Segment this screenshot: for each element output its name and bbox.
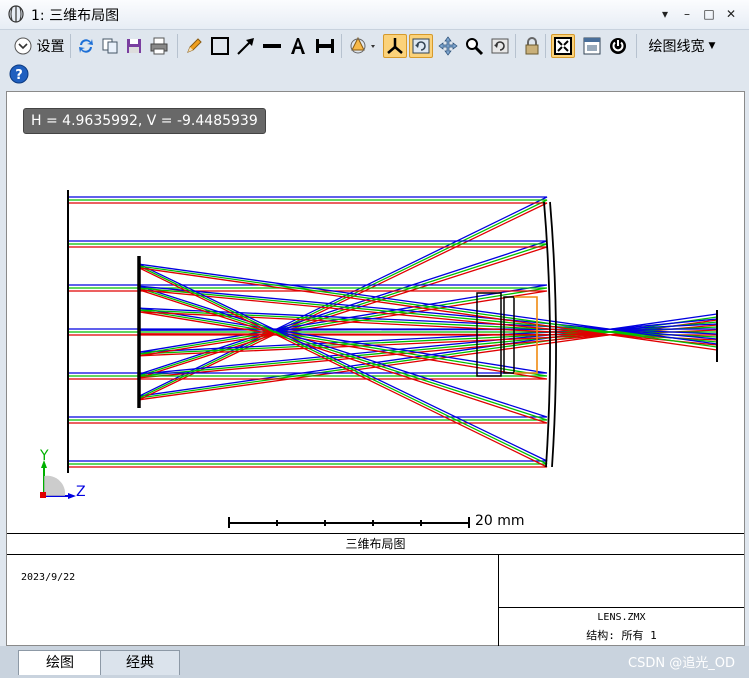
fit-icon[interactable] xyxy=(551,34,575,58)
chevron-down-icon: ▼ xyxy=(708,41,716,51)
configuration-label: 结构: 所有 1 xyxy=(586,629,657,642)
copy-icon[interactable] xyxy=(100,34,120,58)
chevron-down-icon xyxy=(14,37,31,55)
lock-icon[interactable] xyxy=(521,34,543,58)
arrow-icon[interactable] xyxy=(235,34,257,58)
dimension-icon[interactable] xyxy=(313,34,337,58)
window-icon[interactable] xyxy=(581,34,603,58)
coordinate-readout: H = 4.9635992, V = -9.4485939 xyxy=(23,108,266,134)
svg-text:?: ? xyxy=(15,68,23,83)
close-button[interactable]: ✕ xyxy=(721,4,741,24)
scale-label: 20 mm xyxy=(475,513,525,529)
power-icon[interactable] xyxy=(607,34,629,58)
window-title: 1: 三维布局图 xyxy=(31,8,120,24)
line-width-dropdown[interactable]: 绘图线宽 ▼ xyxy=(642,34,722,58)
ray-path xyxy=(68,290,718,357)
ray-path xyxy=(68,307,718,374)
line-icon[interactable] xyxy=(261,34,283,58)
info-panel: 三维布局图 2023/9/22 LENS.ZMX 结构: 所有 1 xyxy=(7,533,744,646)
toolbar-row-2: ? xyxy=(0,62,749,88)
layout-drawing: Y Z xyxy=(39,190,718,528)
save-icon[interactable] xyxy=(124,34,144,58)
toolbar-separator xyxy=(515,34,516,58)
print-icon[interactable] xyxy=(148,34,170,58)
toolbar-separator xyxy=(545,34,546,58)
layout-plot[interactable]: Y Z H = 4.9635992, V = -9.4485939 20 mm … xyxy=(6,91,745,646)
window-title-bar: 1: 三维布局图 ▾ – □ ✕ xyxy=(0,0,749,30)
line-width-label: 绘图线宽 xyxy=(648,39,705,55)
refresh-icon[interactable] xyxy=(76,34,96,58)
plot-title: 三维布局图 xyxy=(7,534,744,555)
settings-label: 设置 xyxy=(36,39,65,55)
toolbar-separator xyxy=(177,34,178,58)
tab-classic[interactable]: 经典 xyxy=(100,650,180,675)
text-icon[interactable] xyxy=(287,34,309,58)
z-axis-label: Z xyxy=(76,484,86,500)
watermark: CSDN @追光_OD xyxy=(628,656,735,671)
toolbar-separator xyxy=(341,34,342,58)
toolbar-separator xyxy=(636,34,637,58)
rotate-3d-icon[interactable] xyxy=(347,34,379,58)
help-icon[interactable]: ? xyxy=(7,62,31,86)
zoom-icon[interactable] xyxy=(463,34,485,58)
axis-indicator-disk xyxy=(44,475,66,496)
reset-icon[interactable] xyxy=(489,34,511,58)
x-axis-dot xyxy=(40,492,46,498)
redraw-icon[interactable] xyxy=(409,34,433,58)
z-axis-arrowhead xyxy=(68,493,76,499)
plot-date: 2023/9/22 xyxy=(21,572,76,583)
maximize-button[interactable]: □ xyxy=(699,4,719,24)
rectangle-icon[interactable] xyxy=(209,34,231,58)
axes-icon[interactable] xyxy=(383,34,407,58)
info-divider xyxy=(498,607,744,608)
tab-plot[interactable]: 绘图 xyxy=(18,650,102,675)
pencil-icon[interactable] xyxy=(184,34,204,58)
ray-trace xyxy=(68,196,718,468)
toolbar-separator xyxy=(70,34,71,58)
y-axis-label: Y xyxy=(39,448,49,464)
app-icon xyxy=(8,5,24,23)
file-name: LENS.ZMX xyxy=(597,612,646,623)
minimize-button[interactable]: – xyxy=(677,4,697,24)
pan-icon[interactable] xyxy=(437,34,459,58)
settings-button[interactable]: 设置 xyxy=(8,34,70,58)
dropdown-icon[interactable]: ▾ xyxy=(655,4,675,24)
